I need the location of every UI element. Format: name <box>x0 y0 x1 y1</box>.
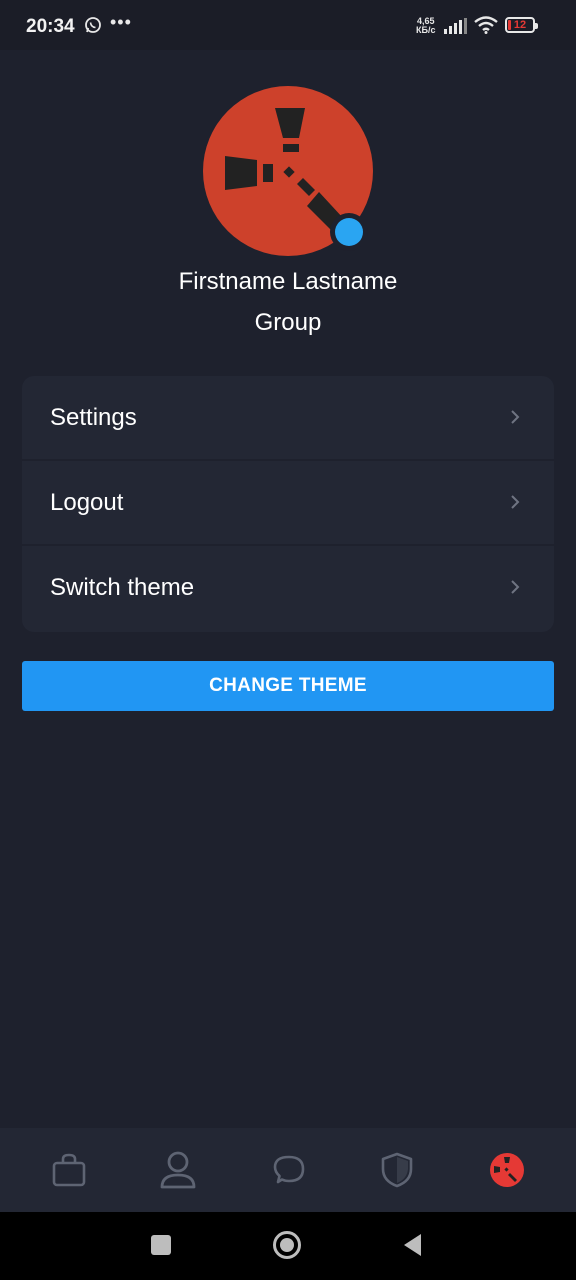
avatar-icon <box>490 1153 524 1187</box>
signal-icon <box>444 18 467 34</box>
menu-item-settings[interactable]: Settings <box>22 376 554 461</box>
status-time: 20:34 <box>26 16 75 37</box>
nav-item-security[interactable] <box>375 1148 419 1192</box>
nav-item-chat[interactable] <box>266 1148 310 1192</box>
more-dots-icon: ••• <box>110 12 132 32</box>
chat-bubble-icon <box>273 1155 305 1184</box>
battery-level: 12 <box>513 19 527 31</box>
battery-icon: 12 <box>505 17 538 33</box>
online-status-indicator <box>330 213 368 251</box>
recent-apps-icon[interactable] <box>150 1230 172 1260</box>
nav-item-account[interactable] <box>156 1148 200 1192</box>
status-bar: 20:34 ••• 4,65 КБ/с 12 <box>0 0 576 50</box>
menu-item-logout[interactable]: Logout <box>22 461 554 546</box>
network-speed-unit: КБ/с <box>416 25 436 35</box>
bottom-navigation <box>0 1128 576 1212</box>
change-theme-button[interactable]: CHANGE THEME <box>22 661 554 711</box>
wifi-icon <box>474 16 498 34</box>
menu-item-label: Settings <box>50 404 137 431</box>
chevron-right-icon <box>511 410 520 424</box>
system-navigation-bar <box>0 1212 576 1280</box>
menu-item-switch-theme[interactable]: Switch theme <box>22 546 554 631</box>
whatsapp-icon <box>85 17 101 33</box>
profile-avatar[interactable] <box>203 86 373 256</box>
profile-group: Group <box>254 309 322 336</box>
nav-item-shop[interactable] <box>47 1148 91 1192</box>
menu-item-label: Switch theme <box>50 574 195 601</box>
profile-menu: Settings Logout Switch theme <box>22 376 554 632</box>
shield-icon <box>381 1152 413 1188</box>
chevron-right-icon <box>511 495 520 509</box>
menu-item-label: Logout <box>50 489 124 516</box>
chevron-right-icon <box>511 580 520 594</box>
nav-item-profile[interactable] <box>485 1148 529 1192</box>
network-speed: 4,65 КБ/с <box>416 17 435 35</box>
back-icon[interactable] <box>402 1230 424 1260</box>
home-icon[interactable] <box>272 1230 302 1260</box>
user-icon <box>160 1151 196 1189</box>
profile-name: Firstname Lastname <box>178 268 398 295</box>
shopping-bag-icon <box>52 1153 86 1187</box>
